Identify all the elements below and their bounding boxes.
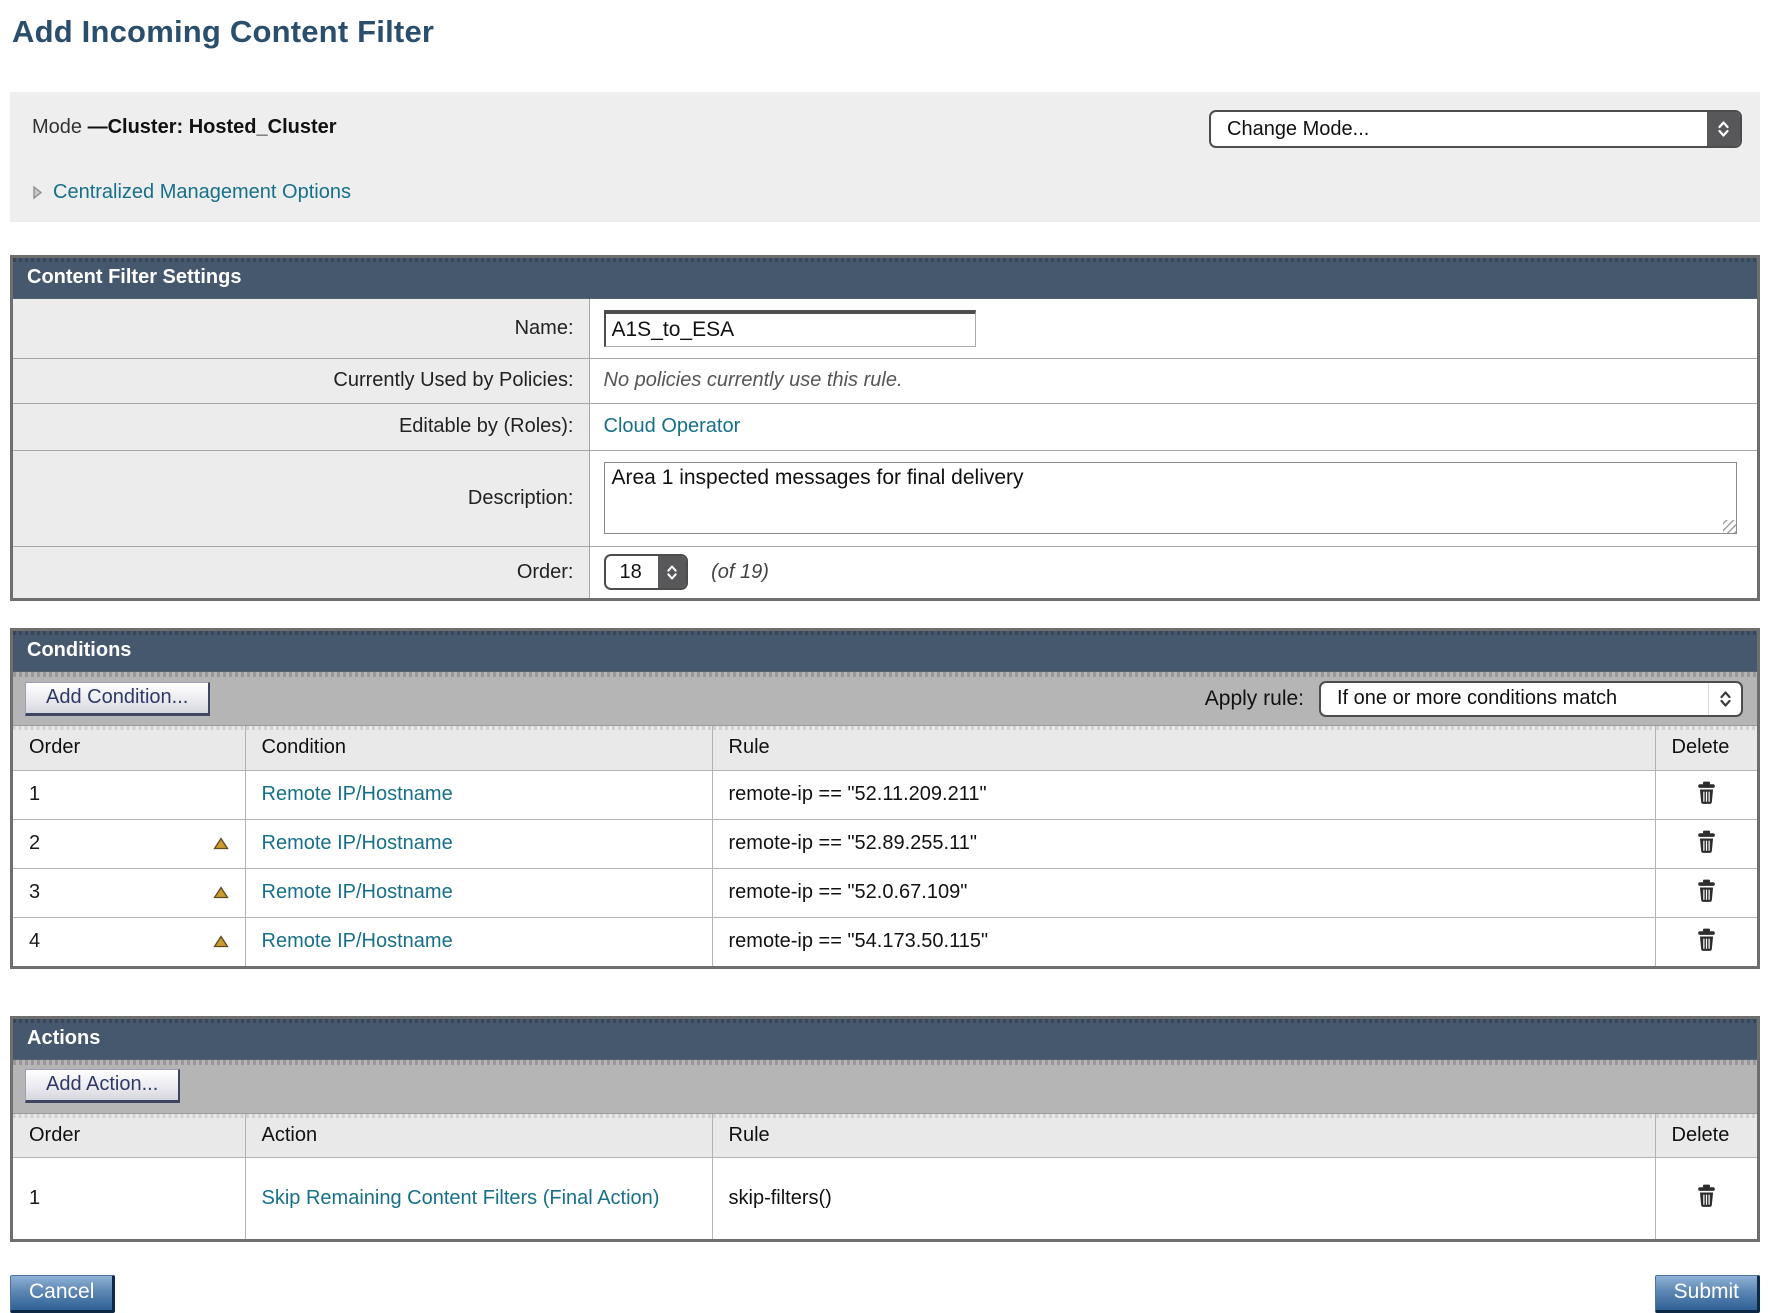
description-label: Description: <box>13 450 589 546</box>
conditions-header: Conditions <box>13 631 1757 672</box>
footer: Cancel Submit <box>10 1275 1760 1313</box>
name-label: Name: <box>13 299 589 358</box>
add-condition-button[interactable]: Add Condition... <box>25 682 210 716</box>
change-mode-select[interactable]: Change Mode... <box>1209 110 1742 148</box>
delete-button[interactable] <box>1692 926 1721 954</box>
apply-rule-label: Apply rule: <box>1205 687 1304 711</box>
rule-text: remote-ip == "54.173.50.115" <box>729 930 989 952</box>
description-textarea[interactable]: Area 1 inspected messages for final deli… <box>604 462 1737 534</box>
trash-icon <box>1696 830 1717 854</box>
name-input[interactable] <box>604 310 976 347</box>
rule-text: remote-ip == "52.0.67.109" <box>729 881 968 903</box>
content-filter-settings-header: Content Filter Settings <box>13 258 1757 299</box>
condition-link[interactable]: Remote IP/Hostname <box>262 930 453 952</box>
table-row: 1 Remote IP/Hostname remote-ip == "52.11… <box>13 770 1757 819</box>
column-header-rule: Rule <box>712 726 1655 770</box>
condition-link[interactable]: Remote IP/Hostname <box>262 881 453 903</box>
delete-button[interactable] <box>1692 1182 1721 1210</box>
table-row: 3 Remote IP/Hostname remote-ip == "52.0.… <box>13 868 1757 917</box>
move-up-icon[interactable] <box>213 886 229 899</box>
delete-button[interactable] <box>1692 779 1721 807</box>
trash-icon <box>1696 928 1717 952</box>
cancel-button[interactable]: Cancel <box>10 1275 115 1313</box>
rule-text: remote-ip == "52.11.209.211" <box>729 783 987 805</box>
editable-roles-row: Editable by (Roles): Cloud Operator <box>13 403 1757 450</box>
actions-section: Actions Add Action... Order Action Rule … <box>10 1016 1760 1242</box>
order-label: Order: <box>13 546 589 598</box>
column-header-delete: Delete <box>1655 726 1757 770</box>
apply-rule-group: Apply rule: If one or more conditions ma… <box>1205 681 1743 717</box>
column-header-order: Order <box>13 1114 245 1158</box>
move-up-icon[interactable] <box>213 935 229 948</box>
add-action-button[interactable]: Add Action... <box>25 1069 180 1103</box>
apply-rule-select[interactable]: If one or more conditions match <box>1319 681 1743 717</box>
rule-text: remote-ip == "52.89.255.11" <box>729 832 977 854</box>
trash-icon <box>1696 1184 1717 1208</box>
actions-toolbar: Add Action... <box>13 1060 1757 1114</box>
actions-table: Order Action Rule Delete 1 Skip Remainin… <box>13 1114 1757 1239</box>
order-select[interactable]: 18 <box>604 554 688 590</box>
content-filter-settings-table: Name: Currently Used by Policies: No pol… <box>13 299 1757 598</box>
condition-link[interactable]: Remote IP/Hostname <box>262 783 453 805</box>
column-header-condition: Condition <box>245 726 712 770</box>
trash-icon <box>1696 879 1717 903</box>
rule-text: skip-filters() <box>729 1187 832 1209</box>
mode-value: —Cluster: Hosted_Cluster <box>88 116 337 138</box>
actions-header: Actions <box>13 1019 1757 1060</box>
editable-roles-label: Editable by (Roles): <box>13 403 589 450</box>
column-header-rule: Rule <box>712 1114 1655 1158</box>
row-order: 1 <box>29 1187 40 1210</box>
up-down-chevrons-icon <box>1708 683 1741 715</box>
mode-panel: Mode —Cluster: Hosted_Cluster Change Mod… <box>10 92 1760 222</box>
conditions-section: Conditions Add Condition... Apply rule: … <box>10 628 1760 969</box>
policies-row: Currently Used by Policies: No policies … <box>13 358 1757 403</box>
change-mode-selected-value: Change Mode... <box>1227 118 1369 141</box>
up-down-chevrons-icon <box>1707 112 1740 146</box>
trash-icon <box>1696 781 1717 805</box>
actions-column-header-row: Order Action Rule Delete <box>13 1114 1757 1158</box>
content-filter-settings-section: Content Filter Settings Name: Currently … <box>10 255 1760 601</box>
row-order: 2 <box>29 832 40 855</box>
right-triangle-icon <box>32 185 43 200</box>
table-row: 1 Skip Remaining Content Filters (Final … <box>13 1158 1757 1239</box>
action-link[interactable]: Skip Remaining Content Filters (Final Ac… <box>262 1187 660 1209</box>
conditions-column-header-row: Order Condition Rule Delete <box>13 726 1757 770</box>
row-order: 3 <box>29 881 40 904</box>
centralized-management-options[interactable]: Centralized Management Options <box>32 181 351 204</box>
name-row: Name: <box>13 299 1757 358</box>
table-row: 4 Remote IP/Hostname remote-ip == "54.17… <box>13 917 1757 966</box>
description-row: Description: Area 1 inspected messages f… <box>13 450 1757 546</box>
order-row: Order: 18 (of 19) <box>13 546 1757 598</box>
centralized-management-options-link[interactable]: Centralized Management Options <box>53 181 351 204</box>
apply-rule-selected-value: If one or more conditions match <box>1337 687 1617 710</box>
column-header-order: Order <box>13 726 245 770</box>
order-selected-value: 18 <box>620 561 642 584</box>
column-header-action: Action <box>245 1114 712 1158</box>
column-header-delete: Delete <box>1655 1114 1757 1158</box>
order-of-note: (of 19) <box>711 561 769 583</box>
delete-button[interactable] <box>1692 877 1721 905</box>
page: Add Incoming Content Filter Mode —Cluste… <box>0 14 1770 1313</box>
up-down-chevrons-icon <box>658 556 686 588</box>
page-title: Add Incoming Content Filter <box>12 14 1760 50</box>
conditions-table: Order Condition Rule Delete 1 Remote IP/… <box>13 726 1757 966</box>
mode-label: Mode <box>32 116 82 138</box>
submit-button[interactable]: Submit <box>1655 1275 1760 1313</box>
row-order: 4 <box>29 930 40 953</box>
conditions-toolbar: Add Condition... Apply rule: If one or m… <box>13 672 1757 726</box>
row-order: 1 <box>29 783 40 806</box>
editable-roles-link[interactable]: Cloud Operator <box>604 415 741 437</box>
delete-button[interactable] <box>1692 828 1721 856</box>
move-up-icon[interactable] <box>213 837 229 850</box>
condition-link[interactable]: Remote IP/Hostname <box>262 832 453 854</box>
table-row: 2 Remote IP/Hostname remote-ip == "52.89… <box>13 819 1757 868</box>
policies-label: Currently Used by Policies: <box>13 358 589 403</box>
policies-value: No policies currently use this rule. <box>604 369 903 391</box>
